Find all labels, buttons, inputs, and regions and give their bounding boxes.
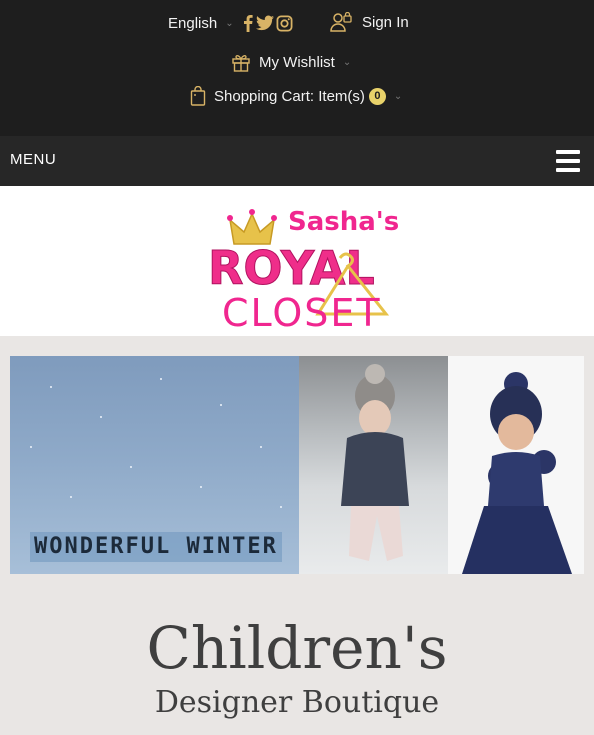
site-logo[interactable]: Sasha's ROYAL CLOSET — [200, 196, 400, 332]
main-menu-bar: MENU — [0, 136, 594, 186]
page-subheadline: Designer Boutique — [154, 685, 440, 720]
facebook-icon[interactable] — [242, 14, 254, 32]
hamburger-menu-icon[interactable] — [556, 150, 580, 172]
shopping-bag-icon — [190, 86, 206, 106]
top-bar: English ⌄ Sign In My Wishlist ⌄ Shopping… — [0, 0, 594, 136]
instagram-icon[interactable] — [276, 15, 293, 32]
gift-icon — [232, 55, 250, 72]
child-in-navy-dress-image — [448, 356, 584, 574]
sign-in-link[interactable]: Sign In — [330, 10, 409, 34]
hero-caption: WONDERFUL WINTER — [30, 532, 282, 562]
hero-banner[interactable]: WONDERFUL WINTER — [10, 356, 584, 574]
cart-count-badge: 0 — [368, 87, 386, 105]
child-in-snow-image — [299, 356, 448, 574]
svg-text:Sasha's: Sasha's — [288, 207, 399, 237]
language-selector[interactable]: English ⌄ — [168, 12, 234, 34]
svg-text:CLOSET: CLOSET — [222, 291, 382, 332]
wishlist-link[interactable]: My Wishlist ⌄ — [231, 50, 351, 74]
chevron-down-icon: ⌄ — [393, 90, 403, 102]
wishlist-label: My Wishlist — [259, 53, 335, 71]
cart-label: Shopping Cart: Item(s) — [214, 87, 365, 105]
twitter-icon[interactable] — [256, 15, 274, 31]
chevron-down-icon: ⌄ — [225, 17, 234, 29]
social-links — [242, 12, 293, 34]
shopping-cart-link[interactable]: Shopping Cart: Item(s) 0 ⌄ — [190, 84, 402, 108]
chevron-down-icon: ⌄ — [342, 56, 352, 68]
page-headline: Children's — [146, 614, 448, 682]
user-lock-icon — [330, 12, 352, 32]
sign-in-label: Sign In — [362, 13, 409, 31]
menu-label[interactable]: MENU — [10, 151, 56, 168]
language-label: English — [168, 14, 218, 32]
logo-banner: Sasha's ROYAL CLOSET — [0, 186, 594, 336]
crown-icon — [228, 212, 276, 245]
